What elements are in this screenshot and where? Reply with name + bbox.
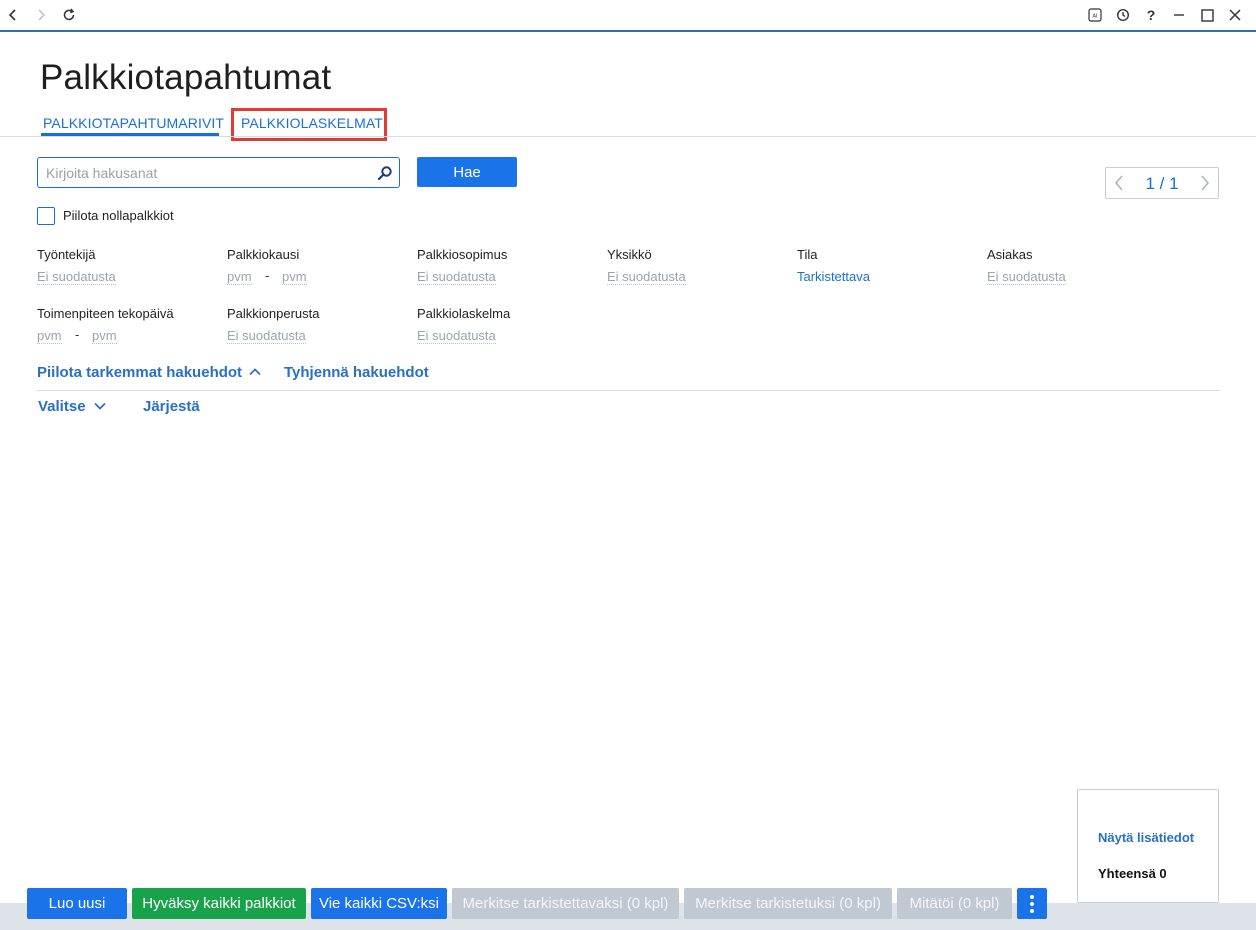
total-count: Yhteensä 0 (1098, 866, 1167, 881)
help-icon[interactable]: ? (1140, 4, 1162, 26)
filter-value-palkkionperusta[interactable]: Ei suodatusta (227, 328, 306, 344)
maximize-icon[interactable] (1196, 4, 1218, 26)
filter-label-tila: Tila (797, 247, 818, 262)
history-icon[interactable] (1112, 4, 1134, 26)
filter-value-tyontekija[interactable]: Ei suodatusta (37, 269, 116, 285)
filter-label-palkkiokausi: Palkkiokausi (227, 247, 300, 262)
date-range-dash: - (265, 268, 270, 283)
svg-text:?: ? (1147, 8, 1156, 22)
filter-label-asiakas: Asiakas (987, 247, 1033, 262)
select-dropdown[interactable]: Valitse (38, 398, 106, 415)
forward-icon[interactable] (30, 4, 52, 26)
more-vertical-icon (1030, 901, 1034, 906)
section-divider (37, 390, 1220, 391)
chevron-down-icon (94, 402, 106, 410)
pagination: 1 / 1 (1105, 167, 1219, 199)
minimize-icon[interactable] (1168, 4, 1190, 26)
filter-value-yksikko[interactable]: Ei suodatusta (607, 269, 686, 285)
hide-zero-label: Piilota nollapalkkiot (63, 208, 174, 223)
ai-icon[interactable]: AI (1084, 4, 1106, 26)
close-icon[interactable] (1224, 4, 1246, 26)
summary-panel: Näytä lisätiedot Yhteensä 0 (1077, 789, 1219, 903)
page-title: Palkkiotapahtumat (40, 58, 332, 97)
filter-palkkiokausi-to[interactable]: pvm (282, 269, 307, 285)
filter-value-palkkiosopimus[interactable]: Ei suodatusta (417, 269, 496, 285)
back-icon[interactable] (2, 4, 24, 26)
filter-label-tekopaiva: Toimenpiteen tekopäivä (37, 306, 174, 321)
filter-label-tyontekija: Työntekijä (37, 247, 96, 262)
tabs-divider (0, 136, 1256, 137)
filter-value-tila[interactable]: Tarkistettava (797, 269, 870, 284)
filter-label-palkkiolaskelma: Palkkiolaskelma (417, 306, 511, 321)
mark-checked-button[interactable]: Merkitse tarkistetuksi (0 kpl) (684, 888, 892, 919)
more-actions-button[interactable] (1017, 888, 1047, 919)
filter-palkkiokausi-from[interactable]: pvm (227, 269, 252, 285)
filter-tekopaiva-to[interactable]: pvm (92, 328, 117, 344)
tab-palkkiotapahtumarivit[interactable]: PALKKIOTAPAHTUMARIVIT (43, 115, 224, 131)
search-box (37, 157, 400, 188)
filter-value-asiakas[interactable]: Ei suodatusta (987, 269, 1066, 285)
filter-label-yksikko: Yksikkö (607, 247, 652, 262)
svg-text:AI: AI (1092, 14, 1098, 20)
approve-all-button[interactable]: Hyväksy kaikki palkkiot (132, 888, 306, 919)
search-icon[interactable] (377, 165, 393, 186)
mark-to-check-button[interactable]: Merkitse tarkistettavaksi (0 kpl) (452, 888, 679, 919)
cancel-button[interactable]: Mitätöi (0 kpl) (897, 888, 1012, 919)
filter-label-palkkionperusta: Palkkionperusta (227, 306, 320, 321)
tab-palkkiolaskelmat[interactable]: PALKKIOLASKELMAT (241, 115, 383, 131)
search-button[interactable]: Hae (417, 157, 517, 187)
date-range-dash: - (75, 327, 80, 342)
chevron-right-icon[interactable] (1200, 175, 1210, 196)
window-toolbar: AI ? (0, 0, 1256, 32)
more-vertical-icon (1030, 908, 1034, 913)
reload-icon[interactable] (58, 4, 80, 26)
export-csv-button[interactable]: Vie kaikki CSV:ksi (311, 888, 447, 919)
filter-value-palkkiolaskelma[interactable]: Ei suodatusta (417, 328, 496, 344)
filter-label-palkkiosopimus: Palkkiosopimus (417, 247, 508, 262)
clear-search-link[interactable]: Tyhjennä hakuehdot (284, 364, 429, 381)
chevron-up-icon (249, 368, 261, 376)
hide-advanced-search-label: Piilota tarkemmat hakuehdot (37, 364, 243, 381)
search-input[interactable] (38, 158, 368, 187)
more-vertical-icon (1030, 894, 1034, 899)
filter-tekopaiva-from[interactable]: pvm (37, 328, 62, 344)
hide-zero-checkbox[interactable] (37, 207, 55, 225)
sort-link[interactable]: Järjestä (143, 398, 200, 415)
create-new-button[interactable]: Luo uusi (27, 888, 127, 919)
hide-advanced-search-link[interactable]: Piilota tarkemmat hakuehdot (37, 364, 261, 381)
select-label: Valitse (38, 398, 86, 415)
show-details-link[interactable]: Näytä lisätiedot (1098, 830, 1194, 845)
